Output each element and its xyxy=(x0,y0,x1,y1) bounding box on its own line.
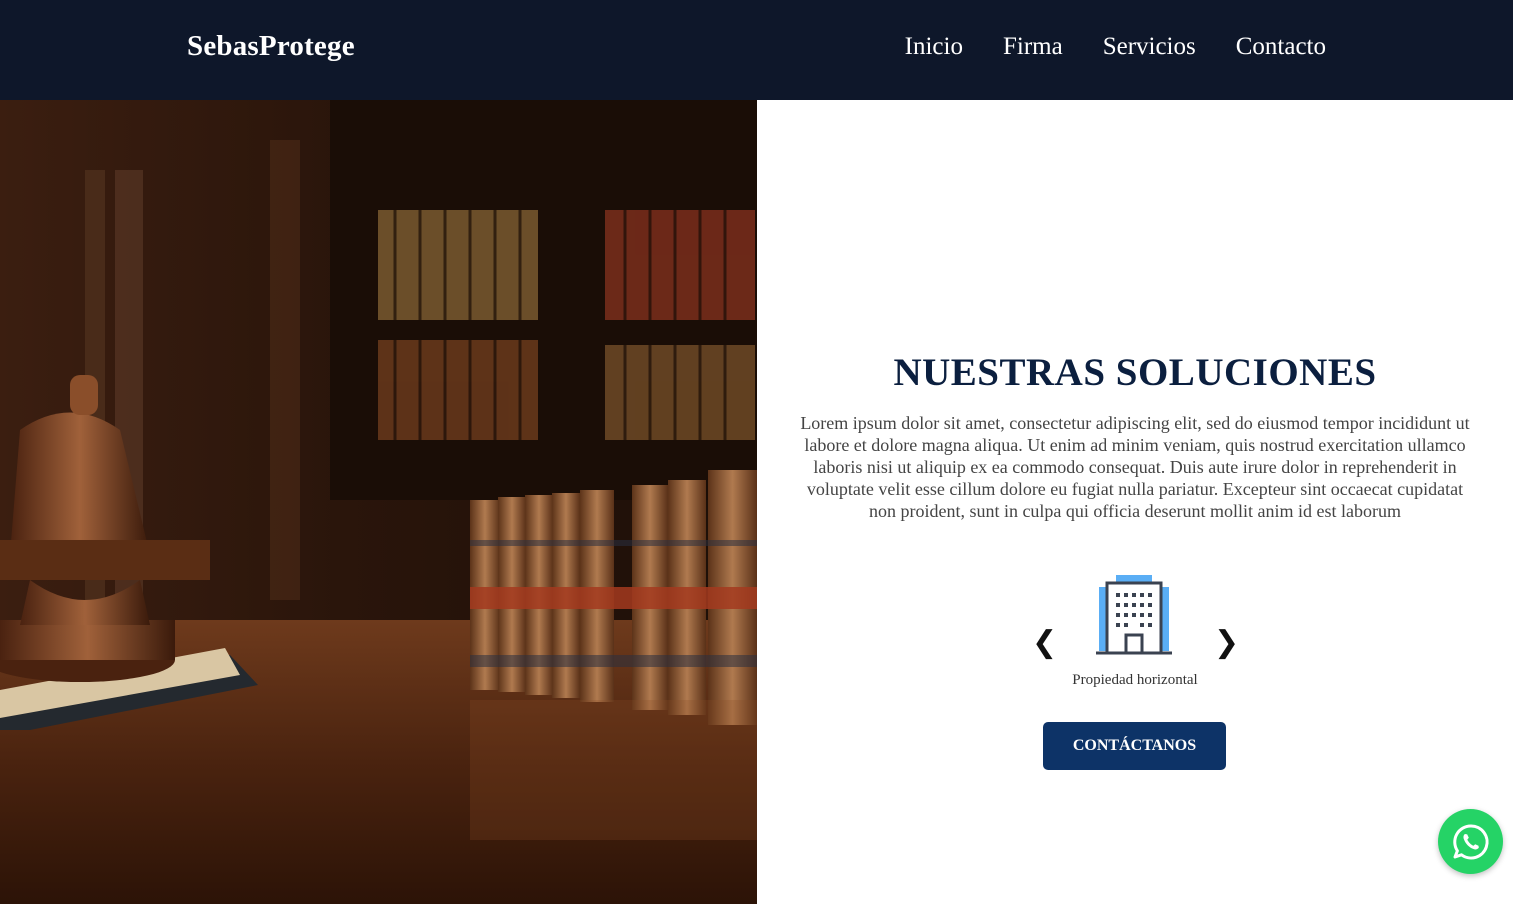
section-title: NUESTRAS SOLUCIONES xyxy=(893,351,1377,394)
hero-law-library-image xyxy=(0,100,757,904)
law-library-illustration xyxy=(0,100,757,904)
nav-link-servicios[interactable]: Servicios xyxy=(1103,33,1196,60)
top-navbar: SebasProtege Inicio Firma Servicios Cont… xyxy=(0,0,1513,100)
nav-menu: Inicio Firma Servicios Contacto xyxy=(905,33,1326,61)
nav-link-contacto[interactable]: Contacto xyxy=(1236,33,1326,60)
nav-link-firma[interactable]: Firma xyxy=(1003,33,1063,60)
nav-item-contacto: Contacto xyxy=(1236,33,1326,61)
nav-item-servicios: Servicios xyxy=(1103,33,1196,61)
nav-item-inicio: Inicio xyxy=(905,33,963,61)
nav-link-inicio[interactable]: Inicio xyxy=(905,33,963,60)
whatsapp-icon xyxy=(1452,823,1489,859)
building-icon xyxy=(1094,575,1174,657)
solutions-section: NUESTRAS SOLUCIONES Lorem ipsum dolor si… xyxy=(757,100,1513,904)
nav-item-firma: Firma xyxy=(1003,33,1063,61)
section-description: Lorem ipsum dolor sit amet, consectetur … xyxy=(800,413,1470,521)
brand-logo[interactable]: SebasProtege xyxy=(187,30,355,63)
carousel-caption: Propiedad horizontal xyxy=(1072,672,1198,688)
carousel-prev-button[interactable]: ❮ xyxy=(1032,623,1057,663)
whatsapp-button[interactable] xyxy=(1438,809,1503,874)
contact-us-button[interactable]: CONTÁCTANOS xyxy=(1043,722,1226,770)
carousel-next-button[interactable]: ❯ xyxy=(1214,623,1239,663)
